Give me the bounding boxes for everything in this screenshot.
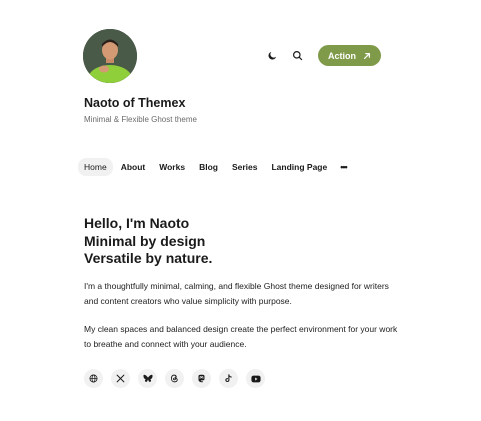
social-bluesky-link[interactable] [138, 369, 157, 388]
social-website-link[interactable] [84, 369, 103, 388]
nav-item-about[interactable]: About [115, 158, 152, 176]
avatar [83, 29, 137, 83]
site-title[interactable]: Naoto of Themex [84, 96, 185, 110]
social-tiktok-link[interactable] [219, 369, 238, 388]
nav-item-series[interactable]: Series [226, 158, 264, 176]
action-button[interactable]: Action [318, 45, 381, 66]
nav-item-blog[interactable]: Blog [193, 158, 224, 176]
mastodon-icon [198, 374, 205, 383]
search-button[interactable] [287, 46, 307, 66]
bluesky-icon [142, 374, 153, 382]
threads-icon [171, 374, 178, 383]
youtube-icon [250, 375, 261, 382]
globe-icon [89, 374, 98, 383]
main-nav: Home About Works Blog Series Landing Pag… [78, 158, 352, 176]
nav-item-works[interactable]: Works [153, 158, 191, 176]
social-links [84, 369, 273, 388]
hero-line-3: Versatile by nature. [84, 250, 213, 266]
action-button-label: Action [328, 50, 356, 61]
nav-item-home[interactable]: Home [78, 158, 113, 176]
theme-toggle-button[interactable] [262, 46, 282, 66]
social-mastodon-link[interactable] [192, 369, 211, 388]
moon-icon [268, 51, 276, 60]
hero-line-2: Minimal by design [84, 232, 206, 249]
nav-more-button[interactable]: ••• [335, 160, 351, 174]
search-icon [292, 51, 302, 61]
hero-heading: Hello, I'm Naoto Minimal by design Versa… [84, 215, 212, 268]
social-threads-link[interactable] [165, 369, 184, 388]
arrow-up-right-icon [363, 52, 371, 60]
nav-item-landing-page[interactable]: Landing Page [265, 158, 333, 176]
tiktok-icon [225, 374, 232, 383]
intro-paragraph-2: My clean spaces and balanced design crea… [84, 324, 398, 349]
social-x-link[interactable] [111, 369, 130, 388]
hero-line-1: Hello, I'm Naoto [84, 215, 190, 231]
top-actions: Action [262, 45, 381, 66]
site-description: Minimal & Flexible Ghost theme [84, 115, 197, 124]
x-icon [116, 374, 125, 383]
intro-paragraph-1: I'm a thoughtfully minimal, calming, and… [84, 281, 389, 306]
social-youtube-link[interactable] [246, 369, 265, 388]
